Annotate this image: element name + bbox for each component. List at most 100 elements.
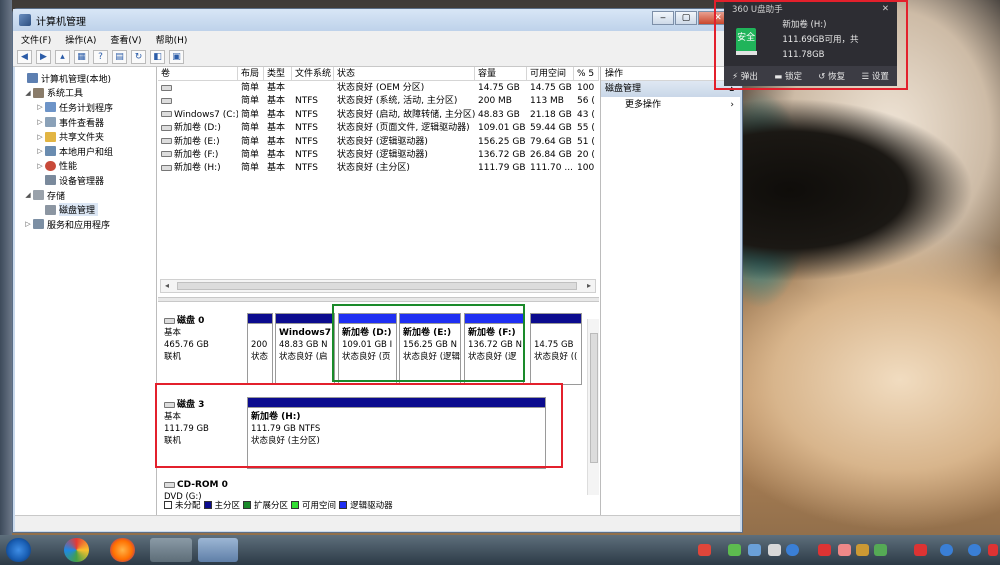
table-row[interactable]: 简单 基本 NTFS 状态良好 (系统, 活动, 主分区) 200 MB 113 MB 56… xyxy=(158,95,599,108)
title-bar[interactable]: 计算机管理 ‒ ▢ ✕ xyxy=(13,9,742,31)
scrollbar-thumb[interactable] xyxy=(177,282,577,290)
partition-system-reserved[interactable]: 200 状态 xyxy=(247,313,273,385)
pane-splitter[interactable] xyxy=(158,297,599,302)
settings-button[interactable]: ☰ 设置 xyxy=(861,70,888,82)
tree-expander[interactable]: ▷ xyxy=(35,103,45,111)
column-header-volume[interactable]: 卷 xyxy=(158,67,238,80)
table-row[interactable]: 新加卷 (H:) 简单 基本 NTFS 状态良好 (主分区) 111.79 GB 111.7… xyxy=(158,162,599,175)
tree-item-root[interactable]: 计算机管理(本地) xyxy=(15,71,156,86)
tray-icon-f[interactable] xyxy=(940,544,953,556)
tree-item-local-users[interactable]: ▷ 本地用户和组 xyxy=(15,144,156,159)
table-row[interactable]: Windows7 (C:) 简单 基本 NTFS 状态良好 (启动, 故障转储, 主分区… xyxy=(158,109,599,122)
eject-icon: ⚡ xyxy=(732,72,739,82)
primary-partition-bar xyxy=(248,398,545,408)
tree-item-task-scheduler[interactable]: ▷ 任务计划程序 xyxy=(15,100,156,115)
menu-view[interactable]: 查看(V) xyxy=(110,33,141,46)
tray-icon-b[interactable] xyxy=(838,544,851,556)
firefox-icon[interactable] xyxy=(110,538,135,562)
column-header-layout[interactable]: 布局 xyxy=(238,67,264,80)
usb-tray-icon[interactable] xyxy=(786,544,799,556)
show-tree-icon[interactable]: ▦ xyxy=(74,49,89,64)
tree-expander[interactable]: ◢ xyxy=(23,89,33,97)
tree-item-shared-folders[interactable]: ▷ 共享文件夹 xyxy=(15,129,156,144)
browser-360-icon[interactable] xyxy=(64,538,89,562)
tree-expander[interactable]: ▷ xyxy=(35,147,45,155)
tray-icon-h[interactable] xyxy=(988,544,998,556)
partition-windows7[interactable]: Windows7 48.83 GB N 状态良好 (启 xyxy=(275,313,335,385)
tree-expander[interactable]: ◢ xyxy=(23,191,33,199)
tray-icon-a[interactable] xyxy=(818,544,831,556)
start-button-icon[interactable] xyxy=(6,538,31,562)
column-header-percent-free[interactable]: % 5 xyxy=(574,67,599,80)
battery-tray-icon[interactable] xyxy=(728,544,741,556)
forward-arrow-icon[interactable]: ▶ xyxy=(36,49,51,64)
tray-icon-d[interactable] xyxy=(874,544,887,556)
scroll-left-icon[interactable]: ◂ xyxy=(161,280,173,292)
drive-icon xyxy=(161,84,172,91)
tree-expander[interactable]: ▷ xyxy=(23,220,33,228)
maximize-button[interactable]: ▢ xyxy=(675,11,697,25)
column-header-type[interactable]: 类型 xyxy=(264,67,292,80)
partition-f[interactable]: 新加卷 (F:) 136.72 GB N 状态良好 (逻 xyxy=(464,313,524,385)
scrollbar-thumb[interactable] xyxy=(590,333,598,463)
tray-icon-g[interactable] xyxy=(968,544,981,556)
table-row[interactable]: 新加卷 (F:) 简单 基本 NTFS 状态良好 (逻辑驱动器) 136.72 GB 26.… xyxy=(158,149,599,162)
disk-3-label[interactable]: 磁盘 3 基本 111.79 GB 联机 xyxy=(164,399,242,447)
column-header-free-space[interactable]: 可用空间 xyxy=(527,67,574,80)
volume-tray-icon[interactable] xyxy=(768,544,781,556)
close-icon[interactable]: ✕ xyxy=(882,4,889,14)
back-arrow-icon[interactable]: ◀ xyxy=(17,49,32,64)
table-row[interactable]: 简单 基本 状态良好 (OEM 分区) 14.75 GB 14.75 GB 100 xyxy=(158,82,599,95)
actions-section-disk-management[interactable]: 磁盘管理 ▴ xyxy=(601,81,740,97)
tray-icon-c[interactable] xyxy=(856,544,869,556)
tree-expander[interactable]: ▷ xyxy=(35,118,45,126)
computer-management-task-icon[interactable] xyxy=(198,538,238,562)
column-header-filesystem[interactable]: 文件系统 xyxy=(292,67,334,80)
show-action-pane-icon[interactable]: ▤ xyxy=(112,49,127,64)
scroll-right-icon[interactable]: ▸ xyxy=(583,280,595,292)
tree-expander[interactable]: ▷ xyxy=(35,133,45,141)
tree-item-disk-management[interactable]: 磁盘管理 xyxy=(15,202,156,217)
menu-action[interactable]: 操作(A) xyxy=(65,33,96,46)
cell-percent: 56 ( xyxy=(577,96,595,107)
tree-item-system-tools[interactable]: ◢ 系统工具 xyxy=(15,86,156,101)
cell-status: 状态良好 (系统, 活动, 主分区) xyxy=(337,96,458,107)
cell-filesystem: NTFS xyxy=(295,149,318,160)
table-row[interactable]: 新加卷 (D:) 简单 基本 NTFS 状态良好 (页面文件, 逻辑驱动器) 109.01… xyxy=(158,122,599,135)
network-tray-icon[interactable] xyxy=(748,544,761,556)
up-folder-icon[interactable]: ▴ xyxy=(55,49,70,64)
tree-item-services[interactable]: ▷ 服务和应用程序 xyxy=(15,217,156,232)
help-icon[interactable]: ? xyxy=(93,49,108,64)
tree-item-storage[interactable]: ◢ 存储 xyxy=(15,188,156,203)
minimize-button[interactable]: ‒ xyxy=(652,11,674,25)
refresh-icon[interactable]: ↻ xyxy=(131,49,146,64)
tray-icon-e[interactable] xyxy=(914,544,927,556)
more-actions-item[interactable]: 更多操作 › xyxy=(601,97,740,113)
wechat-icon[interactable] xyxy=(150,538,192,562)
menu-file[interactable]: 文件(F) xyxy=(21,33,51,46)
disk-0-label[interactable]: 磁盘 0 基本 465.76 GB 联机 xyxy=(164,315,242,363)
partition-h[interactable]: 新加卷 (H:) 111.79 GB NTFS 状态良好 (主分区) xyxy=(247,397,546,469)
horizontal-scrollbar[interactable]: ◂ ▸ xyxy=(160,279,596,293)
tree-item-performance[interactable]: ▷ 性能 xyxy=(15,159,156,174)
partition-oem[interactable]: 14.75 GB 状态良好 (( xyxy=(530,313,582,385)
partition-d[interactable]: 新加卷 (D:) 109.01 GB I 状态良好 (页 xyxy=(338,313,397,385)
menu-help[interactable]: 帮助(H) xyxy=(156,33,188,46)
users-icon xyxy=(45,146,56,157)
tree-item-label: 系统工具 xyxy=(47,89,84,100)
lock-button[interactable]: ▬ 锁定 xyxy=(774,70,802,82)
tree-item-device-manager[interactable]: 设备管理器 xyxy=(15,173,156,188)
tree-expander[interactable]: ▷ xyxy=(35,162,45,170)
partition-e[interactable]: 新加卷 (E:) 156.25 GB N 状态良好 (逻辑 xyxy=(399,313,461,385)
column-header-capacity[interactable]: 容量 xyxy=(475,67,527,80)
tree-item-event-viewer[interactable]: ▷ 事件查看器 xyxy=(15,115,156,130)
restore-button[interactable]: ↺ 恢复 xyxy=(818,70,845,82)
eject-button[interactable]: ⚡ 弹出 xyxy=(732,70,758,82)
column-header-status[interactable]: 状态 xyxy=(334,67,475,80)
table-row[interactable]: 新加卷 (E:) 简单 基本 NTFS 状态良好 (逻辑驱动器) 156.25 GB 79.… xyxy=(158,136,599,149)
properties-icon[interactable]: ◧ xyxy=(150,49,165,64)
disk-legend: 未分配 主分区 扩展分区 可用空间 逻辑驱动器 xyxy=(164,499,393,511)
vertical-scrollbar[interactable] xyxy=(587,319,599,495)
sogou-tray-icon[interactable] xyxy=(698,544,711,556)
export-list-icon[interactable]: ▣ xyxy=(169,49,184,64)
